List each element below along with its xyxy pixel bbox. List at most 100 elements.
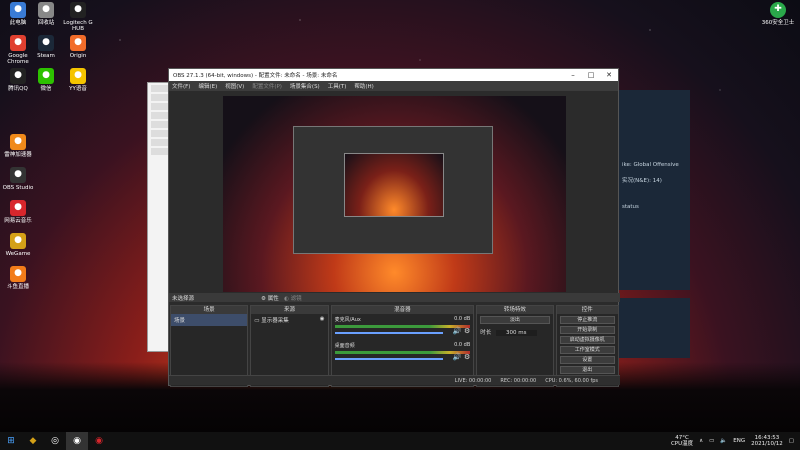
yy-icon: ● xyxy=(70,68,86,84)
cpu-status: CPU: 0.6%, 60.00 fps xyxy=(545,377,598,384)
obs-window[interactable]: OBS 27.1.3 (64-bit, windows) - 配置文件: 未命名… xyxy=(168,68,620,387)
wechat-icon: ● xyxy=(38,68,54,84)
volume-meter xyxy=(334,351,471,354)
visibility-icon[interactable]: ◉ xyxy=(320,316,325,322)
desktop-icon[interactable]: ● 雷神加速器 xyxy=(0,134,38,158)
taskbar: ⊞ ◆ ◎ ◉ ◉ 47°C CPU温度 ∧ ▭ 🔈 ENG 16:43:53 … xyxy=(0,432,800,450)
duration-input[interactable]: 300 ms xyxy=(496,330,537,336)
studio-mode-button[interactable]: 工作室模式 xyxy=(559,346,616,354)
channel-name: 桌面音频 xyxy=(334,343,355,349)
obs-icon[interactable]: ◉ xyxy=(66,432,88,450)
duration-label: 时长 xyxy=(480,330,492,336)
wegame-icon: ● xyxy=(10,233,26,249)
desktop-icon-label: YY语音 xyxy=(69,86,87,92)
steam-window[interactable]: ike: Global Offensive 实况(N&E): 14) statu… xyxy=(618,90,690,290)
desktop-icon[interactable]: ● 斗鱼直播 xyxy=(0,266,38,290)
scenes-dock-title: 场景 xyxy=(171,306,248,314)
channel-db: 0.0 dB xyxy=(454,342,471,348)
exit-button[interactable]: 退出 xyxy=(559,366,616,374)
desktop-icon-label: WeGame xyxy=(5,251,31,257)
desktop-icon[interactable]: ● YY语音 xyxy=(58,68,98,92)
volume-slider[interactable] xyxy=(334,332,444,334)
steam-icon: ● xyxy=(38,35,54,51)
volume-meter xyxy=(334,325,471,328)
settings-button[interactable]: 设置 xyxy=(559,356,616,364)
properties-button[interactable]: ⚙ 属性 xyxy=(261,294,279,302)
chrome-icon: ● xyxy=(10,35,26,51)
steam-line: 实况(N&E): 14) xyxy=(622,178,662,184)
steam-icon[interactable]: ◎ xyxy=(44,432,66,450)
origin-icon: ● xyxy=(70,35,86,51)
live-status: LIVE: 00:00:00 xyxy=(454,377,492,384)
nested-obs-preview xyxy=(293,126,493,254)
virtual-camera-button[interactable]: 启动虚拟摄像机 xyxy=(559,336,616,344)
douyu-icon: ● xyxy=(10,266,26,282)
menu-profile[interactable]: 配置文件(P) xyxy=(252,82,282,90)
system-tray: 47°C CPU温度 ∧ ▭ 🔈 ENG 16:43:53 2021/10/12… xyxy=(671,435,800,447)
network-icon[interactable]: ▭ xyxy=(709,438,714,444)
clock[interactable]: 16:43:53 2021/10/12 xyxy=(751,435,783,447)
desktop-icon[interactable]: ● Logitech G HUB xyxy=(58,2,98,32)
transition-select[interactable]: 淡出 xyxy=(480,316,550,324)
gear-icon[interactable]: ⚙ xyxy=(464,327,470,335)
desktop-icon[interactable]: ✚ 360安全卫士 xyxy=(758,2,798,26)
channel-name: 麦克风/Aux xyxy=(334,317,361,323)
scene-item[interactable]: 场景 xyxy=(171,314,248,326)
maximize-icon[interactable]: □ xyxy=(582,71,600,79)
close-icon[interactable]: ✕ xyxy=(600,71,618,79)
menu-edit[interactable]: 编辑(E) xyxy=(198,82,217,90)
leishen-icon: ● xyxy=(10,134,26,150)
nested-obs-preview-inner xyxy=(344,153,444,217)
menu-help[interactable]: 帮助(H) xyxy=(354,82,373,90)
sources-dock-title: 来源 xyxy=(251,306,328,314)
obs-titlebar[interactable]: OBS 27.1.3 (64-bit, windows) - 配置文件: 未命名… xyxy=(169,69,618,81)
windows-start-icon[interactable]: ⊞ xyxy=(0,432,22,450)
computer-icon: ● xyxy=(10,2,26,18)
speaker-icon[interactable]: 🔊 xyxy=(453,327,462,335)
obs-title: OBS 27.1.3 (64-bit, windows) - 配置文件: 未命名… xyxy=(173,73,338,79)
desktop-icon-label: 网易云音乐 xyxy=(4,218,32,224)
speaker-icon[interactable]: 🔊 xyxy=(453,353,462,361)
tray-arrow-icon[interactable]: ∧ xyxy=(699,438,703,444)
obs-preview[interactable] xyxy=(223,96,566,292)
cpu-temp: 47°C CPU温度 xyxy=(671,435,693,447)
rec-status: REC: 00:00:00 xyxy=(500,377,537,384)
desktop-icon-label: OBS Studio xyxy=(2,185,34,191)
obs-icon: ● xyxy=(10,167,26,183)
steam-chat-panel[interactable] xyxy=(618,298,690,358)
desktop-icon[interactable]: ● WeGame xyxy=(0,233,38,257)
mixer-channel: 麦克风/Aux 0.0 dB 🔊 ⚙ xyxy=(332,314,474,340)
menu-file[interactable]: 文件(F) xyxy=(172,82,190,90)
steam-line: ike: Global Offensive xyxy=(622,162,679,168)
minimize-icon[interactable]: – xyxy=(564,71,582,79)
desktop-icon-label: 360安全卫士 xyxy=(761,20,795,26)
trash-icon: ● xyxy=(38,2,54,18)
filters-button[interactable]: ◐ 滤镜 xyxy=(284,294,302,302)
menu-tools[interactable]: 工具(T) xyxy=(328,82,347,90)
desktop-icon[interactable]: ● 网易云音乐 xyxy=(0,200,38,224)
desktop-icon-label: 斗鱼直播 xyxy=(6,284,29,290)
desktop-icon-label: Origin xyxy=(69,53,87,59)
logitech-icon: ● xyxy=(70,2,86,18)
channel-db: 0.0 dB xyxy=(454,316,471,322)
volume-icon[interactable]: 🔈 xyxy=(720,438,727,444)
stop-streaming-button[interactable]: 停止推流 xyxy=(559,316,616,324)
netease-music-icon[interactable]: ◉ xyxy=(88,432,110,450)
menu-scene-collection[interactable]: 场景集合(S) xyxy=(290,82,320,90)
source-item[interactable]: ▭ 显示器采集 ◉ xyxy=(251,314,327,326)
obs-statusbar: LIVE: 00:00:00 REC: 00:00:00 CPU: 0.6%, … xyxy=(169,375,620,385)
start-recording-button[interactable]: 开始录制 xyxy=(559,326,616,334)
language-indicator[interactable]: ENG xyxy=(733,438,745,444)
notifications-icon[interactable]: ▢ xyxy=(789,438,794,444)
monitor-icon: ▭ xyxy=(254,318,260,324)
desktop-icon[interactable]: ● Origin xyxy=(58,35,98,59)
volume-slider[interactable] xyxy=(334,358,444,360)
desktop-icon[interactable]: ● OBS Studio xyxy=(0,167,38,191)
transitions-dock-title: 转场特效 xyxy=(477,306,553,314)
duration-row: 时长 300 ms xyxy=(477,326,552,338)
mixer-dock-title: 混音器 xyxy=(331,306,474,314)
wegame-icon[interactable]: ◆ xyxy=(22,432,44,450)
cpu-temp-label: CPU温度 xyxy=(670,441,694,447)
gear-icon[interactable]: ⚙ xyxy=(464,353,470,361)
menu-view[interactable]: 视图(V) xyxy=(225,82,244,90)
